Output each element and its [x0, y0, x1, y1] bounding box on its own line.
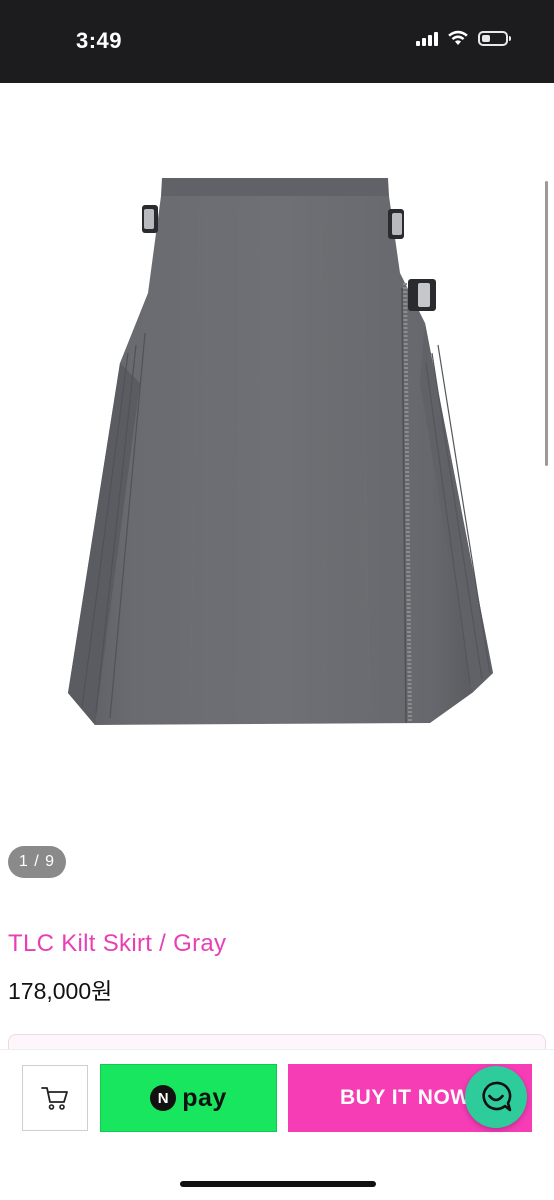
naver-pay-label: pay — [182, 1083, 227, 1112]
add-to-cart-button[interactable] — [22, 1065, 88, 1131]
product-price: 178,000원 — [8, 978, 113, 1004]
home-indicator[interactable] — [180, 1181, 376, 1187]
naver-pay-button[interactable]: N pay — [100, 1064, 277, 1132]
chat-button[interactable] — [465, 1066, 527, 1128]
bottom-action-bar: N pay BUY IT NOW — [0, 1050, 554, 1200]
product-title: TLC Kilt Skirt / Gray — [8, 930, 227, 957]
product-image-gallery[interactable]: 1 / 9 — [0, 83, 554, 903]
battery-icon — [478, 30, 511, 46]
image-counter-badge: 1 / 9 — [8, 846, 66, 878]
chat-icon — [482, 1081, 512, 1112]
status-icons — [416, 30, 511, 46]
status-bar: 3:49 — [0, 0, 554, 83]
cart-icon — [41, 1087, 68, 1110]
cellular-signal-icon — [416, 30, 438, 46]
gallery-scrollbar[interactable] — [545, 181, 548, 466]
buy-it-now-label: BUY IT NOW — [340, 1086, 471, 1109]
wifi-icon — [448, 30, 468, 45]
naver-pay-logo-icon: N — [150, 1085, 177, 1111]
product-image — [68, 178, 493, 725]
status-time: 3:49 — [76, 28, 123, 53]
product-page: 3:49 1 / 9 TLC Kilt Skirt / Gray 178,000… — [0, 0, 554, 1200]
